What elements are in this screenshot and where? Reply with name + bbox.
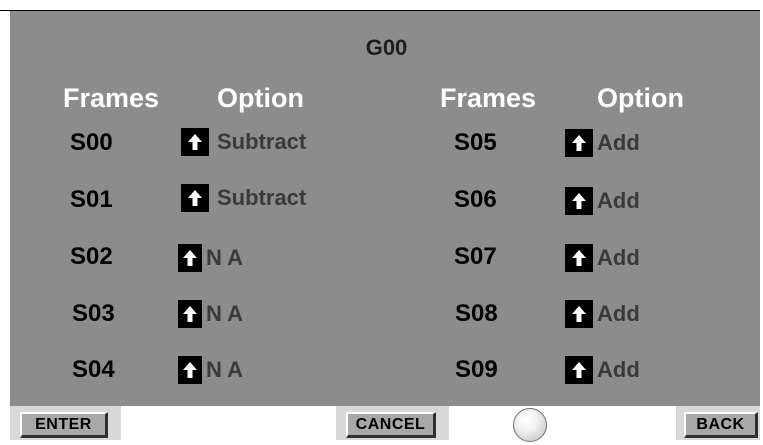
- arrow-up-icon: [572, 362, 586, 378]
- right-option-header: Option: [597, 83, 684, 113]
- left-option-header: Option: [217, 83, 304, 113]
- arrow-up-icon: [183, 306, 197, 322]
- option-value-s09: Add: [597, 357, 640, 382]
- right-frames-header: Frames: [440, 83, 537, 113]
- option-toggle-button-s06[interactable]: [565, 187, 593, 215]
- option-toggle-button-s02[interactable]: [178, 244, 202, 272]
- frame-label-s01: S01: [70, 186, 113, 213]
- option-row-s06: Add: [565, 187, 640, 215]
- option-row-s04: N A: [178, 356, 243, 384]
- option-value-s03: N A: [206, 301, 244, 326]
- option-value-s01: Subtract: [217, 185, 307, 210]
- option-row-s09: Add: [565, 356, 640, 384]
- option-value-s08: Add: [597, 301, 640, 326]
- arrow-up-icon: [572, 250, 586, 266]
- cancel-button[interactable]: CANCEL: [346, 412, 436, 438]
- enter-button[interactable]: ENTER: [20, 412, 108, 438]
- option-row-s08: Add: [565, 300, 640, 328]
- option-row-s02: N A: [178, 244, 243, 272]
- option-value-s06: Add: [597, 188, 640, 213]
- frame-label-s08: S08: [455, 300, 498, 327]
- frame-label-s05: S05: [454, 129, 497, 156]
- arrow-up-icon: [572, 193, 586, 209]
- frame-label-s06: S06: [454, 186, 497, 213]
- frame-label-s03: S03: [72, 300, 115, 327]
- option-row-s07: Add: [565, 244, 640, 272]
- option-toggle-button-s08[interactable]: [565, 300, 593, 328]
- back-button[interactable]: BACK: [684, 412, 758, 438]
- arrow-up-icon: [572, 135, 586, 151]
- option-toggle-button-s09[interactable]: [565, 356, 593, 384]
- arrow-up-icon: [183, 362, 197, 378]
- option-toggle-button-s00[interactable]: [181, 128, 209, 156]
- option-toggle-button-s03[interactable]: [178, 300, 202, 328]
- arrow-up-icon: [572, 306, 586, 322]
- arrow-up-icon: [188, 190, 202, 206]
- option-row-s00: Subtract: [181, 128, 306, 156]
- option-value-s07: Add: [597, 245, 640, 270]
- left-frames-header: Frames: [63, 83, 160, 113]
- option-value-s00: Subtract: [217, 129, 307, 154]
- main-panel: G00 Frames Option Frames Option S00 Subt…: [10, 11, 763, 406]
- arrow-up-icon: [183, 250, 197, 266]
- page-title: G00: [365, 35, 408, 60]
- option-row-s01: Subtract: [181, 184, 306, 212]
- option-toggle-button-s01[interactable]: [181, 184, 209, 212]
- option-value-s02: N A: [206, 245, 244, 270]
- frame-label-s02: S02: [70, 243, 113, 270]
- option-toggle-button-s04[interactable]: [178, 356, 202, 384]
- frame-label-s09: S09: [455, 356, 498, 383]
- frame-label-s07: S07: [454, 243, 497, 270]
- hmi-screen: G00 Frames Option Frames Option S00 Subt…: [0, 0, 763, 445]
- option-row-s05: Add: [565, 129, 640, 157]
- frame-label-s00: S00: [70, 129, 113, 156]
- option-row-s03: N A: [178, 300, 243, 328]
- option-toggle-button-s07[interactable]: [565, 244, 593, 272]
- arrow-up-icon: [188, 134, 202, 150]
- frame-label-s04: S04: [72, 356, 115, 383]
- option-toggle-button-s05[interactable]: [565, 129, 593, 157]
- status-indicator-light: [513, 408, 547, 442]
- option-value-s04: N A: [206, 357, 244, 382]
- option-value-s05: Add: [597, 130, 640, 155]
